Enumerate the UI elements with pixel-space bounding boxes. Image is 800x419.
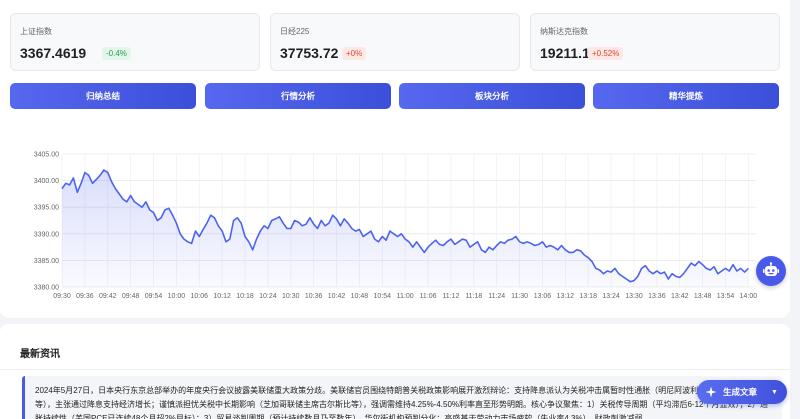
generate-article-label: 生成文章 bbox=[723, 387, 758, 397]
chevron-down-icon: ▼ bbox=[771, 388, 778, 396]
news-divider bbox=[0, 369, 790, 370]
x-tick-label: 13:42 bbox=[671, 293, 689, 300]
x-tick-label: 11:12 bbox=[442, 293, 459, 300]
robot-icon-glyph bbox=[763, 262, 779, 276]
x-tick-label: 13:54 bbox=[717, 293, 735, 300]
news-text: 2024年5月27日，日本央行东京总部举办的年度央行会议披露美联储重大政策分歧。… bbox=[35, 386, 771, 419]
x-tick-label: 10:54 bbox=[374, 293, 392, 300]
x-tick-label: 10:24 bbox=[259, 293, 277, 300]
index-value: 3367.4619 bbox=[20, 45, 87, 61]
news-panel: 最新资讯 2024年5月27日，日本央行东京总部举办的年度央行会议披露美联储重大… bbox=[0, 324, 790, 419]
x-tick-label: 09:36 bbox=[76, 293, 94, 300]
index-line-chart[interactable]: 3380.00 3385.00 3390.00 3395.00 3400.00 3405.… bbox=[0, 140, 790, 310]
index-change-badge: +0% bbox=[342, 47, 367, 60]
y-tick-label: 3385.00 bbox=[34, 258, 59, 265]
y-tick-label: 3400.00 bbox=[34, 178, 59, 185]
index-card-nikkei[interactable]: 日经225 37753.72 +0% bbox=[270, 13, 520, 71]
x-tick-label: 14:00 bbox=[740, 293, 758, 300]
x-tick-label: 11:24 bbox=[488, 293, 505, 300]
y-tick-label: 3380.00 bbox=[34, 285, 59, 292]
news-item[interactable]: 2024年5月27日，日本央行东京总部举办的年度央行会议披露美联储重大政策分歧。… bbox=[22, 376, 782, 419]
x-tick-label: 10:18 bbox=[236, 293, 254, 300]
x-tick-label: 10:12 bbox=[213, 293, 231, 300]
x-tick-label: 11:18 bbox=[465, 293, 482, 300]
index-value: 37753.72 bbox=[280, 45, 339, 61]
highlights-button[interactable]: 精华提炼 bbox=[593, 83, 779, 109]
x-tick-label: 13:36 bbox=[648, 293, 666, 300]
x-tick-label: 13:30 bbox=[625, 293, 643, 300]
summary-button[interactable]: 归纳总结 bbox=[10, 83, 196, 109]
x-tick-label: 10:30 bbox=[282, 293, 300, 300]
y-tick-label: 3395.00 bbox=[34, 205, 59, 212]
x-tick-label: 13:06 bbox=[534, 293, 552, 300]
index-card-nasdaq[interactable]: 纳斯达克指数 19211.1 +0.52% bbox=[530, 13, 780, 71]
x-tick-label: 10:36 bbox=[305, 293, 323, 300]
x-tick-label: 11:00 bbox=[397, 293, 414, 300]
x-tick-label: 09:54 bbox=[145, 293, 163, 300]
index-name: 纳斯达克指数 bbox=[540, 27, 588, 36]
x-tick-label: 09:48 bbox=[122, 293, 140, 300]
x-tick-label: 10:42 bbox=[328, 293, 346, 300]
news-title: 最新资讯 bbox=[20, 349, 60, 360]
x-tick-label: 09:42 bbox=[99, 293, 117, 300]
index-name: 日经225 bbox=[280, 27, 310, 36]
y-tick-label: 3405.00 bbox=[34, 152, 59, 159]
robot-icon[interactable] bbox=[756, 256, 786, 286]
sector-analysis-button[interactable]: 板块分析 bbox=[399, 83, 585, 109]
x-tick-label: 09:30 bbox=[53, 293, 71, 300]
x-tick-label: 10:48 bbox=[351, 293, 369, 300]
x-tick-label: 13:18 bbox=[579, 293, 597, 300]
market-panel: 上证指数 3367.4619 -0.4% 日经225 37753.72 +0% … bbox=[0, 0, 790, 318]
x-tick-label: 10:00 bbox=[168, 293, 186, 300]
index-name: 上证指数 bbox=[20, 27, 52, 36]
index-change-badge: -0.4% bbox=[102, 47, 131, 60]
x-tick-label: 11:06 bbox=[420, 293, 437, 300]
index-card-shanghai[interactable]: 上证指数 3367.4619 -0.4% bbox=[10, 13, 260, 71]
x-tick-label: 11:30 bbox=[511, 293, 528, 300]
y-tick-label: 3390.00 bbox=[34, 231, 59, 238]
index-value: 19211.1 bbox=[540, 45, 590, 61]
generate-article-button[interactable]: 生成文章 ▼ bbox=[697, 380, 787, 404]
x-tick-label: 13:48 bbox=[694, 293, 712, 300]
x-tick-label: 13:24 bbox=[602, 293, 620, 300]
market-analysis-button[interactable]: 行情分析 bbox=[205, 83, 391, 109]
sparkle-icon bbox=[705, 386, 717, 398]
index-change-badge: +0.52% bbox=[588, 47, 624, 60]
x-tick-label: 13:12 bbox=[557, 293, 575, 300]
x-tick-label: 10:06 bbox=[191, 293, 209, 300]
